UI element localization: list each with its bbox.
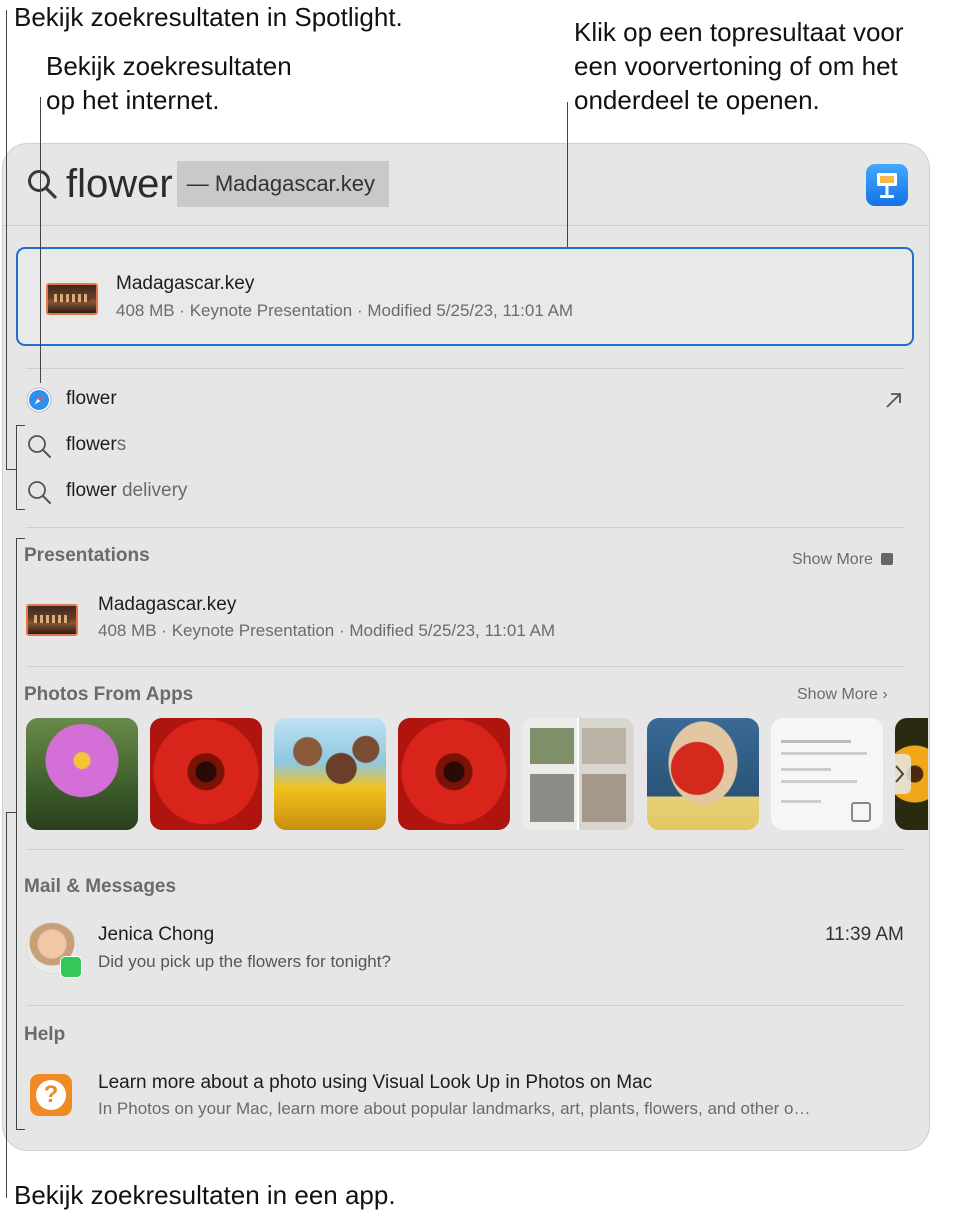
callout-tophit-line2: een voorvertoning of om het	[574, 51, 898, 81]
search-icon	[28, 170, 57, 199]
callout-internet: Bekijk zoekresultaten op het internet.	[46, 49, 292, 117]
bracket-suggestions	[16, 425, 25, 426]
keynote-thumbnail	[26, 604, 78, 636]
presentation-subtitle: 408 MB · Keynote Presentation · Modified…	[98, 621, 556, 640]
callout-internet-line1: Bekijk zoekresultaten	[46, 51, 292, 81]
search-icon	[28, 435, 51, 458]
show-more-presentations[interactable]: Show More	[792, 551, 894, 569]
suggestion-text: flower delivery	[66, 480, 188, 501]
show-more-photos[interactable]: Show More ›	[797, 686, 888, 704]
bracket-suggestions	[16, 509, 25, 510]
section-header-mail: Mail & Messages	[24, 876, 177, 897]
person-with-flower-photo[interactable]	[647, 718, 759, 830]
help-subtitle: In Photos on your Mac, learn more about …	[98, 1099, 811, 1118]
open-box-icon	[881, 553, 894, 565]
search-completion: — Madagascar.key	[176, 161, 390, 207]
messages-icon	[60, 956, 82, 978]
message-time: 11:39 AM	[825, 924, 904, 945]
keynote-icon	[866, 164, 908, 206]
callout-line-spotlight	[6, 10, 7, 470]
divider	[26, 1005, 904, 1006]
interior-collage-photo[interactable]	[522, 718, 634, 830]
section-header-presentations: Presentations	[24, 545, 150, 566]
callout-app: Bekijk zoekresultaten in een app.	[14, 1180, 396, 1210]
bracket-suggestions	[16, 425, 17, 510]
arrow-up-right-icon[interactable]	[884, 390, 904, 410]
top-hit-subtitle: 408 MB · Keynote Presentation · Modified…	[116, 301, 574, 320]
callout-line-spotlight	[6, 469, 16, 470]
suggestion-text: flower	[66, 388, 117, 409]
scroll-right-button[interactable]	[887, 754, 911, 794]
presentation-title: Madagascar.key	[98, 594, 237, 615]
callout-line-tophit	[567, 102, 568, 247]
callout-internet-line2: op het internet.	[46, 85, 220, 115]
callout-tophit: Klik op een topresultaat voor een voorve…	[574, 15, 904, 117]
callout-spotlight: Bekijk zoekresultaten in Spotlight.	[14, 2, 403, 32]
red-gerbera-photo[interactable]	[150, 718, 262, 830]
divider	[26, 849, 904, 850]
bracket-app-results	[16, 1129, 25, 1130]
callout-tophit-line1: Klik op een topresultaat voor	[574, 17, 904, 47]
red-gerbera-photo[interactable]	[398, 718, 510, 830]
keynote-thumbnail	[46, 283, 98, 315]
divider	[2, 225, 928, 226]
suggestion-text: flowers	[66, 434, 127, 455]
help-title: Learn more about a photo using Visual Lo…	[98, 1072, 653, 1093]
message-sender: Jenica Chong	[98, 924, 215, 945]
divider	[26, 527, 904, 528]
presentation-result[interactable]: Madagascar.key 408 MB · Keynote Presenta…	[24, 588, 904, 650]
top-hit-result[interactable]: Madagascar.key 408 MB · Keynote Presenta…	[16, 247, 914, 346]
suggestion-search-row[interactable]: flowers	[24, 430, 908, 462]
bracket-app-results	[16, 538, 17, 1130]
friends-sunflowers-photo[interactable]	[274, 718, 386, 830]
callout-line-internet	[40, 97, 41, 383]
section-header-photos: Photos From Apps	[24, 684, 194, 705]
document-scan-photo[interactable]	[771, 718, 883, 830]
suggestion-search-row[interactable]: flower delivery	[24, 476, 908, 508]
message-result[interactable]: Jenica Chong 11:39 AM Did you pick up th…	[24, 918, 904, 982]
message-preview: Did you pick up the flowers for tonight?	[98, 952, 391, 971]
search-field[interactable]: flower — Madagascar.key	[66, 160, 390, 208]
help-icon: ?	[30, 1074, 72, 1116]
section-header-help: Help	[24, 1024, 66, 1045]
divider	[26, 666, 904, 667]
top-hit-title: Madagascar.key	[116, 273, 255, 294]
safari-icon	[26, 387, 52, 413]
callout-line-app	[6, 812, 7, 1198]
chevron-right-icon	[895, 765, 905, 783]
search-icon	[28, 481, 51, 504]
pink-flower-photo[interactable]	[26, 718, 138, 830]
search-query[interactable]: flower	[66, 162, 173, 207]
divider	[26, 368, 904, 369]
callout-tophit-line3: onderdeel te openen.	[574, 85, 820, 115]
suggestion-safari-row[interactable]: flower	[24, 384, 908, 416]
callout-line-app	[6, 812, 16, 813]
help-result[interactable]: ? Learn more about a photo using Visual …	[24, 1066, 904, 1126]
bracket-app-results	[16, 538, 25, 539]
